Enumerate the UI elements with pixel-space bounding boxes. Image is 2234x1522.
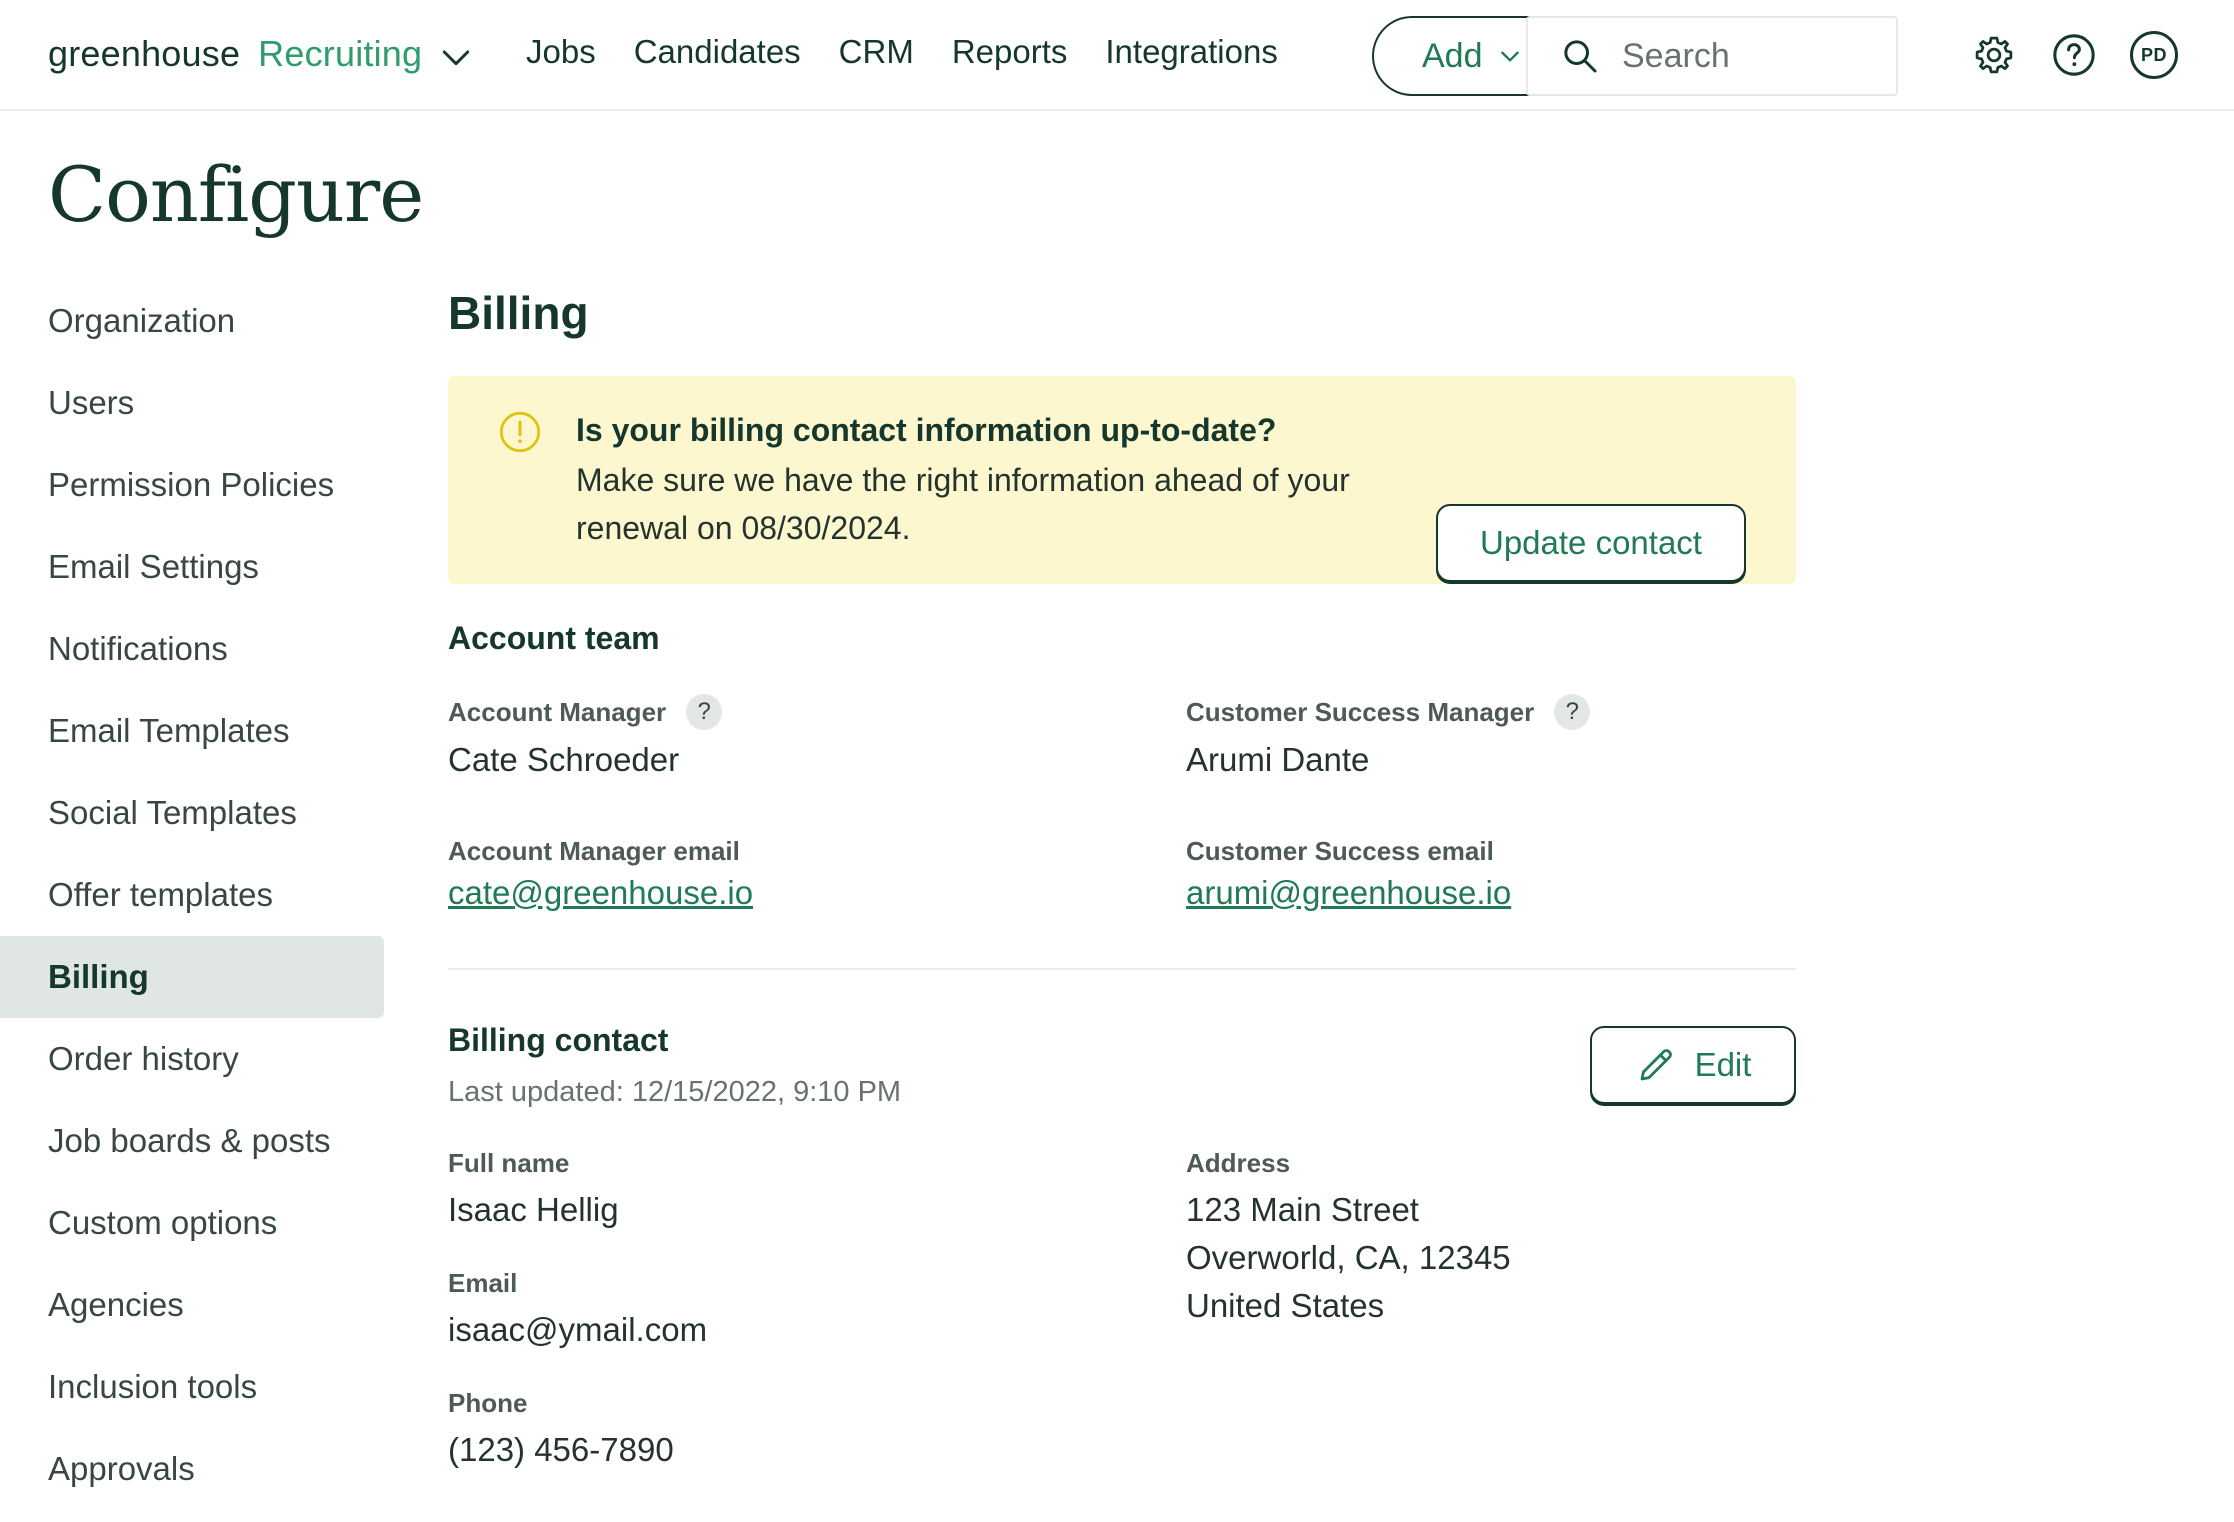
brand-product-switcher[interactable]: greenhouse Recruiting: [48, 24, 476, 84]
add-search-group: Add: [1372, 16, 1898, 96]
sidebar-item-email-templates[interactable]: Email Templates: [0, 690, 384, 772]
address-line1: 123 Main Street: [1186, 1191, 1419, 1228]
page-title: Configure: [48, 150, 424, 239]
sidebar-item-inclusion-tools[interactable]: Inclusion tools: [0, 1346, 384, 1428]
address-line3: United States: [1186, 1287, 1385, 1324]
sidebar-item-notifications[interactable]: Notifications: [0, 608, 384, 690]
am-email-label: Account Manager email: [448, 836, 740, 866]
warning-icon: [499, 411, 541, 453]
alert-body: Make sure we have the right information …: [576, 462, 1350, 546]
sidebar-item-billing[interactable]: Billing: [0, 936, 384, 1018]
main-nav: Jobs Candidates CRM Reports Integrations: [526, 28, 1278, 76]
brand-name: greenhouse: [48, 33, 241, 74]
sidebar-item-social-templates[interactable]: Social Templates: [0, 772, 384, 854]
sidebar-item-organization[interactable]: Organization: [0, 280, 384, 362]
email-label: Email: [448, 1268, 518, 1298]
pencil-icon: [1640, 1049, 1672, 1081]
cs-email-label: Customer Success email: [1186, 836, 1494, 866]
help-question-icon[interactable]: ?: [686, 694, 723, 730]
sidebar-item-agencies[interactable]: Agencies: [0, 1264, 384, 1346]
help-icon[interactable]: [2050, 31, 2098, 79]
csm-label-text: Customer Success Manager: [1186, 696, 1535, 727]
nav-jobs[interactable]: Jobs: [526, 33, 596, 71]
top-navigation-bar: greenhouse Recruiting Jobs Candidates CR…: [0, 0, 2234, 111]
account-manager-label-text: Account Manager: [448, 696, 667, 727]
sidebar-item-offer-templates[interactable]: Offer templates: [0, 854, 384, 936]
csm-label: Customer Success Manager ?: [1186, 694, 1591, 730]
sidebar-item-permission-policies[interactable]: Permission Policies: [0, 444, 384, 526]
billing-contact-heading: Billing contact: [448, 1022, 669, 1058]
add-button-label: Add: [1422, 36, 1483, 75]
last-updated-text: Last updated: 12/15/2022, 9:10 PM: [448, 1076, 902, 1108]
phone-label: Phone: [448, 1388, 528, 1418]
chevron-down-icon: [443, 50, 470, 66]
nav-integrations[interactable]: Integrations: [1105, 33, 1277, 71]
nav-candidates[interactable]: Candidates: [634, 33, 801, 71]
sidebar-item-email-settings[interactable]: Email Settings: [0, 526, 384, 608]
csm-name: Arumi Dante: [1186, 741, 1370, 778]
account-manager-name: Cate Schroeder: [448, 741, 680, 778]
sidebar-item-users[interactable]: Users: [0, 362, 384, 444]
account-manager-label: Account Manager ?: [448, 694, 723, 730]
billing-panel: Billing Is your billing contact informat…: [448, 280, 1796, 1468]
edit-contact-button[interactable]: Edit: [1590, 1026, 1796, 1104]
configure-sidebar: Organization Users Permission Policies E…: [0, 280, 384, 1510]
account-team-heading: Account team: [448, 620, 660, 656]
nav-crm[interactable]: CRM: [839, 33, 914, 71]
alert-title: Is your billing contact information up-t…: [576, 412, 1277, 448]
search-box[interactable]: [1526, 16, 1898, 96]
billing-contact-alert: Is your billing contact information up-t…: [448, 376, 1796, 584]
address-line2: Overworld, CA, 12345: [1186, 1239, 1511, 1276]
help-question-icon[interactable]: ?: [1554, 694, 1591, 730]
product-name: Recruiting: [258, 33, 423, 74]
search-input[interactable]: [1622, 36, 1862, 76]
edit-button-label: Edit: [1694, 1046, 1752, 1083]
email-value: isaac@ymail.com: [448, 1311, 708, 1348]
sidebar-item-custom-options[interactable]: Custom options: [0, 1182, 384, 1264]
utility-icons: PD: [1970, 31, 2178, 79]
search-icon: [1564, 40, 1597, 73]
full-name-value: Isaac Hellig: [448, 1191, 619, 1228]
am-email-link[interactable]: cate@greenhouse.io: [448, 874, 753, 912]
section-title: Billing: [448, 287, 589, 339]
nav-reports[interactable]: Reports: [952, 33, 1068, 71]
section-divider: [448, 968, 1796, 970]
address-label: Address: [1186, 1148, 1291, 1178]
user-avatar[interactable]: PD: [2130, 31, 2178, 79]
full-name-label: Full name: [448, 1148, 570, 1178]
chevron-down-icon: [1500, 51, 1519, 62]
gear-icon[interactable]: [1970, 31, 2018, 79]
cs-email-link[interactable]: arumi@greenhouse.io: [1186, 874, 1511, 912]
update-contact-button[interactable]: Update contact: [1436, 504, 1746, 582]
sidebar-item-approvals[interactable]: Approvals: [0, 1428, 384, 1510]
sidebar-item-job-boards-posts[interactable]: Job boards & posts: [0, 1100, 384, 1182]
phone-value: (123) 456-7890: [448, 1431, 674, 1468]
sidebar-item-order-history[interactable]: Order history: [0, 1018, 384, 1100]
